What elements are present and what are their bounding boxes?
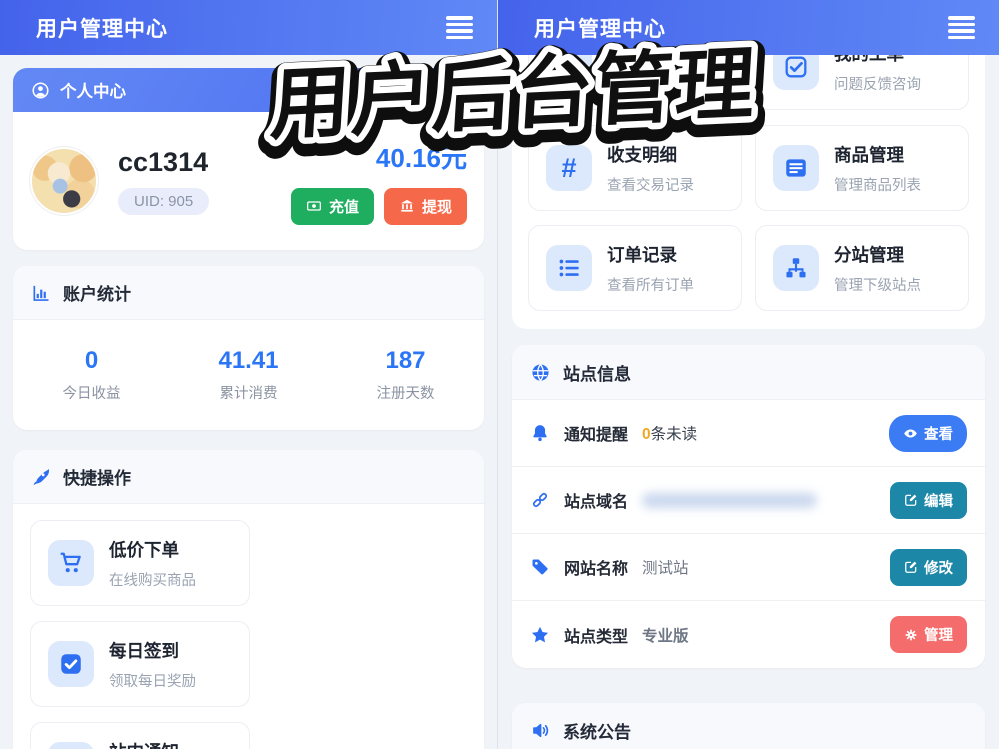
check-outline-icon bbox=[785, 56, 807, 78]
app-title: 用户管理中心 bbox=[534, 17, 666, 41]
view-notifications-button[interactable]: 查看 bbox=[889, 414, 967, 452]
left-screen: 用户管理中心 个人中心 cc1314 UID: 905 40.16元 充值 提现… bbox=[0, 0, 497, 749]
site-info-card: 站点信息 通知提醒 0条未读 查看 站点域名 编辑 网站名称 测试站 修改 站点… bbox=[512, 345, 985, 668]
announcement-section-title: 系统公告 bbox=[563, 723, 631, 742]
globe-icon bbox=[532, 363, 549, 381]
rocket-icon bbox=[33, 468, 50, 485]
tile-my-tickets[interactable]: 我的工单问题反馈咨询 bbox=[755, 55, 969, 110]
tile-daily-checkin[interactable]: 每日签到 领取每日奖励 bbox=[30, 621, 250, 707]
left-appbar: 用户管理中心 bbox=[0, 0, 497, 55]
username: cc1314 bbox=[118, 147, 209, 177]
bell-icon bbox=[533, 425, 547, 442]
announcement-card: 系统公告 bbox=[512, 703, 985, 749]
quick-actions-card: 快捷操作 低价下单在线购买商品 每日签到领取每日奖励 站内通 bbox=[13, 450, 484, 749]
site-name-value: 测试站 bbox=[642, 560, 689, 577]
row-notifications: 通知提醒 0条未读 查看 bbox=[512, 400, 985, 467]
right-screen: 用户管理中心 站内通知查看系统消息 我的工单问题反馈咨询 bbox=[497, 0, 999, 749]
person-circle-icon bbox=[32, 81, 49, 99]
tile-site-notice[interactable]: 站内通知查看系统消息 bbox=[30, 722, 250, 749]
stat-today-income: 0 今日收益 bbox=[62, 347, 121, 402]
tile-substation-manage[interactable]: 分站管理 管理下级站点 bbox=[755, 225, 969, 311]
profile-body: cc1314 UID: 905 40.16元 充值 提现 bbox=[13, 112, 484, 250]
unread-count: 0 bbox=[642, 426, 651, 443]
tile-product-manage[interactable]: 商品管理 管理商品列表 bbox=[755, 125, 969, 211]
row-site-type: 站点类型 专业版 管理 bbox=[512, 601, 985, 668]
recharge-button[interactable]: 充值 bbox=[290, 187, 374, 225]
right-appbar: 用户管理中心 bbox=[498, 0, 999, 55]
domain-masked-value bbox=[642, 492, 818, 508]
edit-site-name-button[interactable]: 修改 bbox=[890, 548, 967, 586]
bar-chart-icon bbox=[33, 285, 49, 301]
menu-icon[interactable] bbox=[442, 12, 477, 43]
tile-cheap-order[interactable]: 低价下单 在线购买商品 bbox=[30, 520, 250, 606]
profile-card-header: 个人中心 bbox=[13, 68, 484, 112]
quick-actions-card-scrolled: 站内通知查看系统消息 我的工单问题反馈咨询 # 收支明细查看交易记录 商品管理管… bbox=[512, 55, 985, 329]
profile-card: 个人中心 cc1314 UID: 905 40.16元 充值 提现 bbox=[13, 68, 484, 250]
table-icon bbox=[786, 159, 806, 177]
edit-domain-button[interactable]: 编辑 bbox=[890, 481, 967, 519]
app-title: 用户管理中心 bbox=[36, 17, 168, 41]
tag-icon bbox=[532, 559, 548, 575]
bank-icon bbox=[400, 199, 414, 212]
manage-site-type-button[interactable]: 管理 bbox=[890, 616, 967, 653]
stats-section-title: 账户统计 bbox=[63, 285, 131, 304]
check-filled-icon bbox=[61, 654, 81, 674]
withdraw-button[interactable]: 提现 bbox=[383, 187, 467, 225]
tile-transactions[interactable]: # 收支明细 查看交易记录 bbox=[528, 125, 742, 211]
screenshot-stage: 用户管理中心 个人中心 cc1314 UID: 905 40.16元 充值 提现… bbox=[0, 0, 999, 749]
eye-icon bbox=[904, 429, 917, 437]
megaphone-icon bbox=[559, 57, 579, 77]
profile-section-title: 个人中心 bbox=[60, 83, 126, 101]
list-icon bbox=[559, 259, 579, 277]
site-section-title: 站点信息 bbox=[563, 364, 631, 384]
stats-card: 账户统计 0 今日收益 41.41 累计消费 187 注册天数 bbox=[13, 266, 484, 430]
menu-icon[interactable] bbox=[944, 12, 979, 43]
uid-badge: UID: 905 bbox=[118, 188, 210, 215]
stat-days-registered: 187 注册天数 bbox=[376, 347, 435, 402]
row-site-name: 网站名称 测试站 修改 bbox=[512, 534, 985, 601]
hash-icon: # bbox=[561, 152, 577, 183]
stat-total-spend: 41.41 累计消费 bbox=[218, 347, 279, 402]
balance-amount: 40.16元 bbox=[375, 142, 467, 173]
edit-icon bbox=[905, 561, 917, 573]
edit-icon bbox=[905, 494, 917, 506]
site-type-value: 专业版 bbox=[642, 627, 689, 645]
row-site-domain: 站点域名 编辑 bbox=[512, 467, 985, 534]
cart-icon bbox=[60, 552, 81, 573]
tile-order-history[interactable]: 订单记录 查看所有订单 bbox=[528, 225, 742, 311]
quick-section-title: 快捷操作 bbox=[63, 469, 131, 488]
sitemap-icon bbox=[786, 258, 806, 278]
star-icon bbox=[531, 626, 549, 642]
banknote-icon bbox=[307, 201, 321, 211]
gear-icon bbox=[905, 628, 917, 641]
link-icon bbox=[532, 492, 548, 508]
tile-site-notice[interactable]: 站内通知查看系统消息 bbox=[528, 55, 742, 110]
avatar bbox=[30, 147, 98, 215]
speaker-icon bbox=[533, 723, 549, 738]
